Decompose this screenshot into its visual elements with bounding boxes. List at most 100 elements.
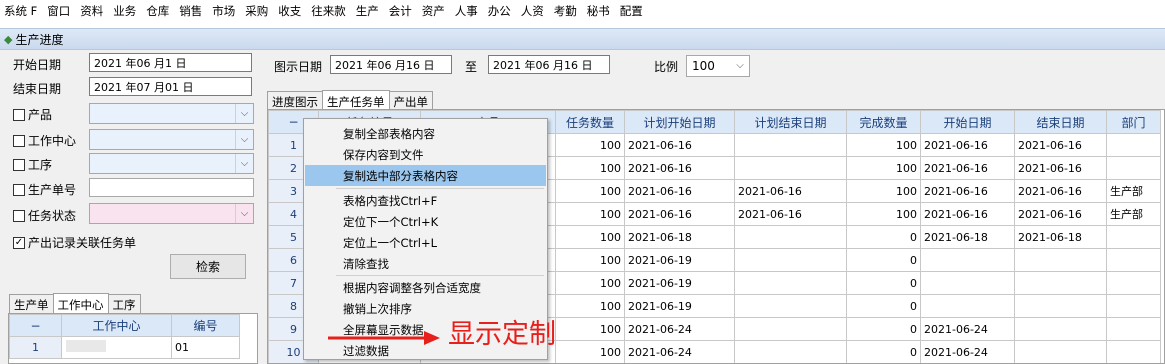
done-qty-cell[interactable]: 0	[846, 225, 921, 249]
department-cell[interactable]: 生产部	[1106, 179, 1161, 203]
menu-item-find-next[interactable]: 定位下一个Ctrl+K	[305, 211, 546, 232]
department-cell[interactable]	[1106, 340, 1161, 363]
task-qty-cell[interactable]: 100	[555, 294, 625, 318]
done-qty-cell[interactable]: 100	[846, 179, 921, 203]
done-qty-cell[interactable]: 0	[846, 271, 921, 295]
department-cell[interactable]: 生产部	[1106, 202, 1161, 226]
tab-production-order[interactable]: 生产单	[9, 294, 54, 315]
product-checkbox-row[interactable]: 产品	[13, 106, 52, 123]
department-cell[interactable]	[1106, 271, 1161, 295]
code-cell[interactable]: 01	[171, 336, 240, 359]
department-cell[interactable]	[1106, 317, 1161, 341]
work-center-checkbox-row[interactable]: 工作中心	[13, 132, 76, 149]
production-order-input[interactable]	[89, 178, 254, 197]
work-center-checkbox[interactable]	[13, 134, 25, 147]
end-date-cell[interactable]	[1014, 248, 1107, 272]
plan-end-cell[interactable]	[734, 156, 847, 180]
task-qty-cell[interactable]: 100	[555, 340, 625, 363]
menu-14[interactable]: 人事	[455, 3, 478, 19]
menu-19[interactable]: 配置	[620, 3, 643, 19]
start-date-cell[interactable]: 2021-06-16	[920, 133, 1015, 157]
start-date-column-header[interactable]: 开始日期	[920, 110, 1015, 134]
display-from-date[interactable]: 2021 年06 月16 日	[330, 55, 452, 74]
chevron-down-icon[interactable]: ⌵	[235, 204, 253, 223]
product-select[interactable]: ⌵	[89, 103, 254, 124]
row-number-header[interactable]: −	[9, 314, 62, 337]
menu-item-clear-find[interactable]: 清除查找	[305, 253, 546, 274]
production-order-checkbox[interactable]	[13, 183, 25, 196]
menu-3[interactable]: 资料	[80, 3, 103, 19]
end-date-cell[interactable]	[1014, 294, 1107, 318]
end-date-cell[interactable]	[1014, 271, 1107, 295]
menu-17[interactable]: 考勤	[554, 3, 577, 19]
start-date-field[interactable]: 2021 年06 月1 日	[89, 53, 252, 72]
scale-select[interactable]: 100 ⌵	[686, 55, 750, 77]
plan-end-cell[interactable]	[734, 271, 847, 295]
end-date-cell[interactable]: 2021-06-18	[1014, 225, 1107, 249]
task-status-checkbox[interactable]	[13, 209, 25, 222]
menu-12[interactable]: 会计	[389, 3, 412, 19]
plan-start-cell[interactable]: 2021-06-19	[624, 271, 735, 295]
done-qty-column-header[interactable]: 完成数量	[846, 110, 921, 134]
menu-item-copy-selection[interactable]: 复制选中部分表格内容	[305, 165, 546, 186]
display-to-date[interactable]: 2021 年06 月16 日	[488, 55, 610, 74]
menu-10[interactable]: 往来款	[311, 3, 346, 19]
menu-2[interactable]: 窗口	[47, 3, 70, 19]
work-center-name-cell[interactable]	[61, 336, 172, 359]
tab-process[interactable]: 工序	[107, 294, 141, 315]
plan-end-cell[interactable]	[734, 133, 847, 157]
menu-item-save-to-file[interactable]: 保存内容到文件	[305, 144, 546, 165]
start-date-cell[interactable]	[920, 248, 1015, 272]
end-date-cell[interactable]	[1014, 340, 1107, 363]
production-order-checkbox-row[interactable]: 生产单号	[13, 181, 76, 198]
task-qty-cell[interactable]: 100	[555, 156, 625, 180]
end-date-cell[interactable]: 2021-06-16	[1014, 156, 1107, 180]
code-column-header[interactable]: 编号	[171, 314, 240, 337]
task-qty-cell[interactable]: 100	[555, 317, 625, 341]
work-center-select[interactable]: ⌵	[89, 129, 254, 150]
chevron-down-icon[interactable]: ⌵	[235, 130, 253, 149]
link-checkbox-row[interactable]: ✓ 产出记录关联任务单	[13, 234, 136, 251]
start-date-cell[interactable]: 2021-06-16	[920, 179, 1015, 203]
plan-start-cell[interactable]: 2021-06-24	[624, 317, 735, 341]
task-qty-cell[interactable]: 100	[555, 202, 625, 226]
done-qty-cell[interactable]: 0	[846, 248, 921, 272]
end-date-cell[interactable]: 2021-06-16	[1014, 133, 1107, 157]
done-qty-cell[interactable]: 0	[846, 294, 921, 318]
department-cell[interactable]	[1106, 248, 1161, 272]
menu-13[interactable]: 资产	[422, 3, 445, 19]
menu-9[interactable]: 收支	[278, 3, 301, 19]
start-date-cell[interactable]	[920, 271, 1015, 295]
process-checkbox[interactable]	[13, 158, 25, 171]
end-date-cell[interactable]	[1014, 317, 1107, 341]
done-qty-cell[interactable]: 100	[846, 133, 921, 157]
plan-end-cell[interactable]: 2021-06-16	[734, 179, 847, 203]
start-date-cell[interactable]: 2021-06-24	[920, 317, 1015, 341]
task-qty-cell[interactable]: 100	[555, 133, 625, 157]
done-qty-cell[interactable]: 100	[846, 156, 921, 180]
task-qty-cell[interactable]: 100	[555, 271, 625, 295]
start-date-cell[interactable]: 2021-06-16	[920, 156, 1015, 180]
task-qty-cell[interactable]: 100	[555, 225, 625, 249]
department-column-header[interactable]: 部门	[1106, 110, 1161, 134]
process-checkbox-row[interactable]: 工序	[13, 156, 52, 173]
department-cell[interactable]	[1106, 225, 1161, 249]
plan-start-cell[interactable]: 2021-06-16	[624, 156, 735, 180]
end-date-column-header[interactable]: 结束日期	[1014, 110, 1107, 134]
task-qty-cell[interactable]: 100	[555, 248, 625, 272]
menu-18[interactable]: 秘书	[587, 3, 610, 19]
search-button[interactable]: 检索	[170, 254, 246, 279]
menu-item-autofit-columns[interactable]: 根据内容调整各列合适宽度	[305, 277, 546, 298]
start-date-cell[interactable]: 2021-06-24	[920, 340, 1015, 363]
menu-7[interactable]: 市场	[212, 3, 235, 19]
department-cell[interactable]	[1106, 133, 1161, 157]
done-qty-cell[interactable]: 0	[846, 340, 921, 363]
plan-start-cell[interactable]: 2021-06-24	[624, 340, 735, 363]
menu-5[interactable]: 仓库	[146, 3, 169, 19]
task-status-checkbox-row[interactable]: 任务状态	[13, 207, 76, 224]
department-cell[interactable]	[1106, 156, 1161, 180]
plan-start-cell[interactable]: 2021-06-19	[624, 294, 735, 318]
start-date-cell[interactable]: 2021-06-16	[920, 202, 1015, 226]
work-center-column-header[interactable]: 工作中心	[61, 314, 172, 337]
plan-start-cell[interactable]: 2021-06-16	[624, 133, 735, 157]
